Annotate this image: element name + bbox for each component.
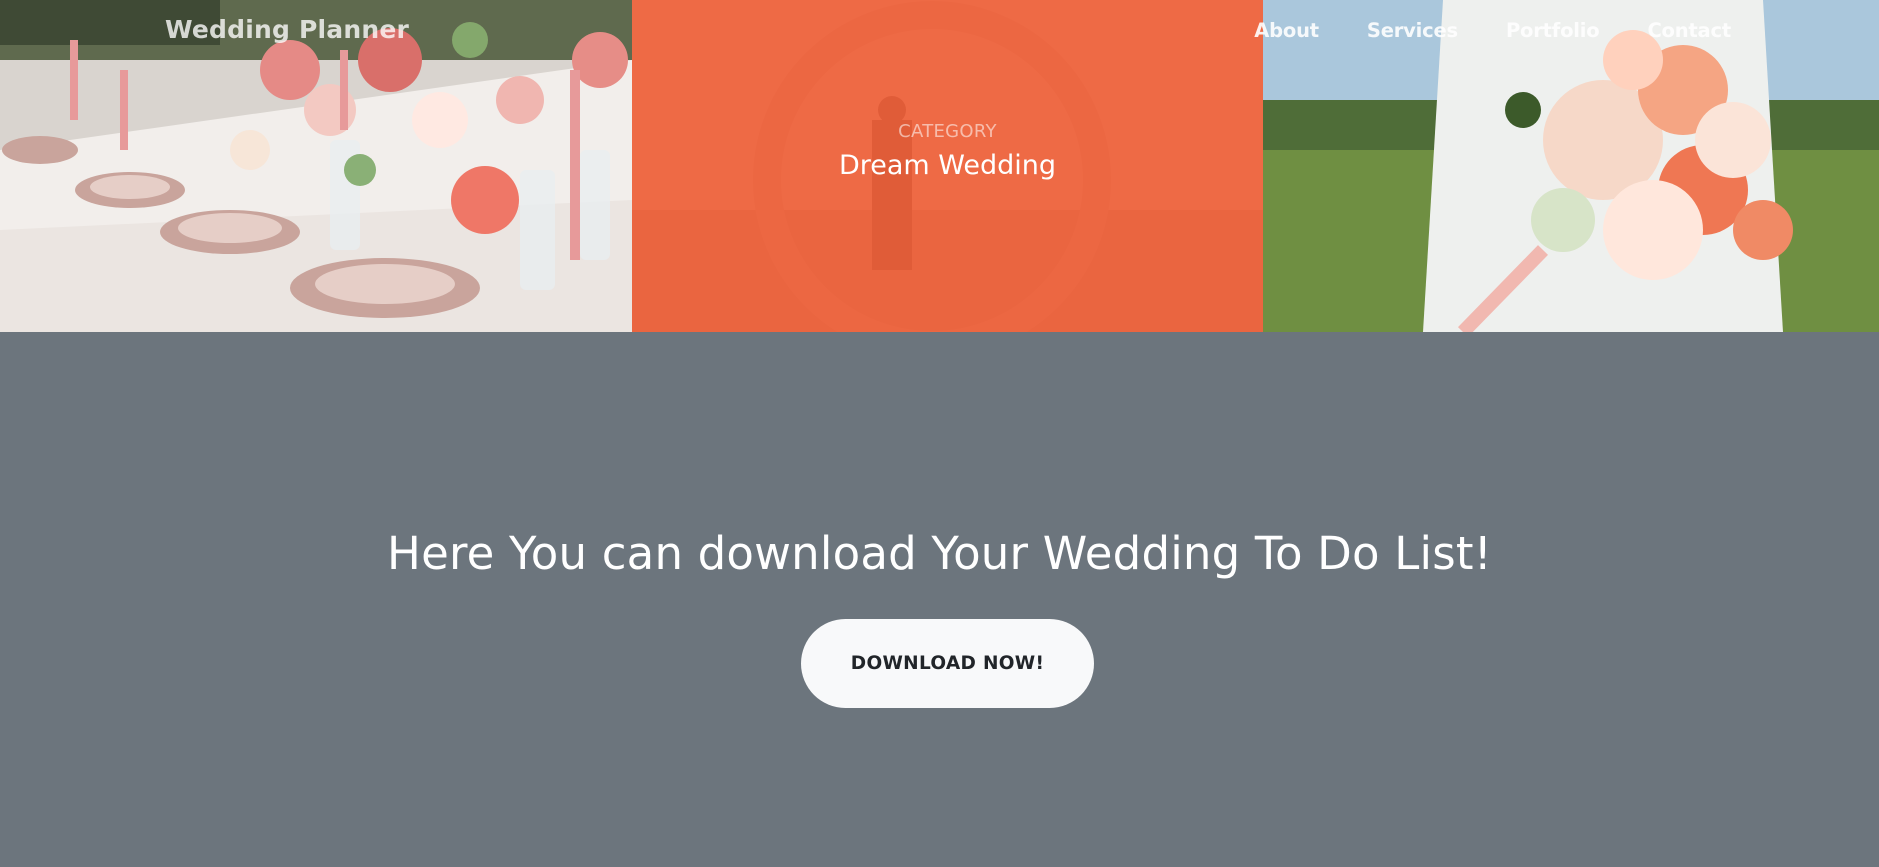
- download-now-button[interactable]: DOWNLOAD NOW!: [801, 619, 1094, 708]
- portfolio-category: Category: [898, 121, 997, 142]
- nav-link-about[interactable]: About: [1254, 19, 1319, 42]
- portfolio-project-name: Dream Wedding: [838, 150, 1057, 181]
- brand-logo[interactable]: Wedding Planner: [165, 15, 409, 44]
- main-navbar: Wedding Planner About Services Portfolio…: [0, 0, 1879, 66]
- nav-link-services[interactable]: Services: [1367, 19, 1458, 42]
- nav-link-contact[interactable]: Contact: [1647, 19, 1731, 42]
- nav-links: About Services Portfolio Contact: [1254, 19, 1731, 42]
- nav-link-portfolio[interactable]: Portfolio: [1506, 19, 1600, 42]
- download-section: Here You can download Your Wedding To Do…: [0, 332, 1879, 867]
- download-heading: Here You can download Your Wedding To Do…: [387, 527, 1492, 580]
